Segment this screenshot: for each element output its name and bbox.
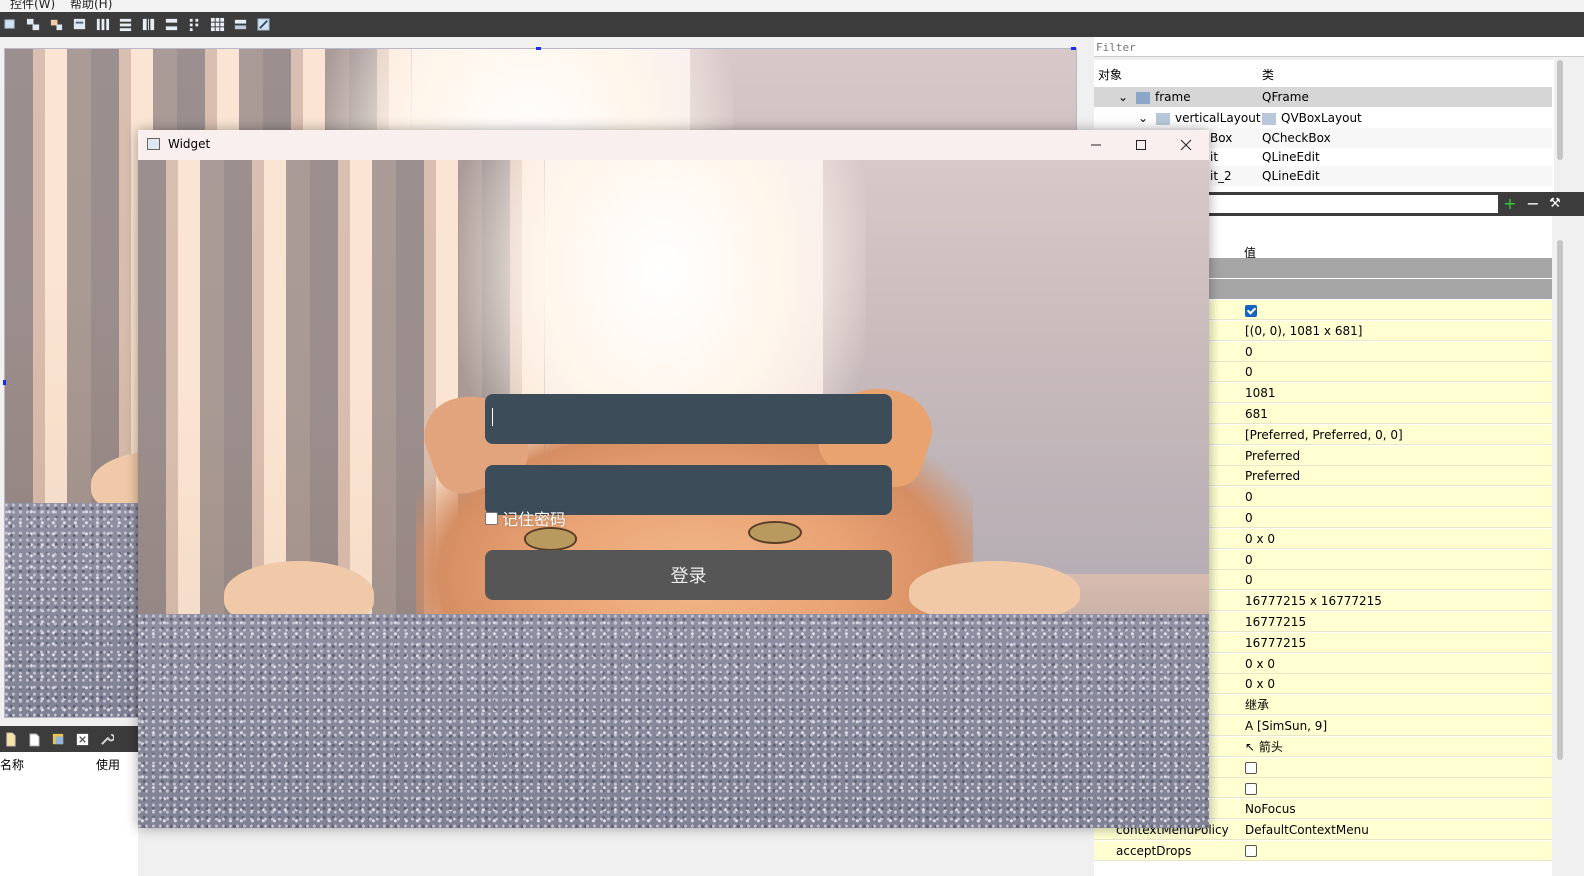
login-form: 记住密码 登录 xyxy=(138,160,1209,828)
object-tree-scrollbar[interactable] xyxy=(1557,60,1563,160)
property-checkbox[interactable] xyxy=(1245,782,1257,795)
wrench-icon[interactable]: ⚒ xyxy=(1546,195,1564,213)
property-value-text: [SimSun, 9] xyxy=(1257,719,1328,733)
layout-vertical-icon[interactable] xyxy=(117,17,133,33)
col-object-header: 对象 xyxy=(1098,68,1123,82)
close-icon xyxy=(1180,139,1192,151)
property-value[interactable]: 0 xyxy=(1245,362,1253,382)
property-checkbox[interactable] xyxy=(1245,762,1257,775)
minimize-icon xyxy=(1091,144,1101,146)
login-button[interactable]: 登录 xyxy=(485,550,892,600)
property-name: acceptDrops xyxy=(1116,843,1192,858)
property-value[interactable]: 0 xyxy=(1245,487,1253,507)
layout-form-icon[interactable] xyxy=(186,17,202,33)
tree-row-frame[interactable]: ⌄ frame QFrame xyxy=(1094,87,1552,107)
wrench-icon[interactable] xyxy=(98,731,114,747)
property-value[interactable] xyxy=(1245,778,1257,798)
property-value[interactable]: NoFocus xyxy=(1245,799,1296,819)
property-value[interactable]: 0 xyxy=(1245,570,1253,590)
break-layout-icon[interactable] xyxy=(232,17,248,33)
edit-signals-icon[interactable] xyxy=(25,17,41,33)
property-value[interactable]: 0 x 0 xyxy=(1245,674,1275,694)
selection-handle-left[interactable] xyxy=(3,380,6,385)
property-value[interactable]: 继承 xyxy=(1245,695,1269,715)
font-icon: A xyxy=(1245,719,1258,733)
property-value[interactable]: Preferred xyxy=(1245,466,1300,486)
property-value[interactable]: [Preferred, Preferred, 0, 0] xyxy=(1245,425,1403,445)
cursor-arrow-icon: ↖ xyxy=(1245,739,1259,754)
add-property-icon[interactable]: + xyxy=(1501,195,1519,213)
vbox-layout-icon xyxy=(1262,112,1276,125)
property-value[interactable] xyxy=(1245,758,1257,778)
property-value[interactable]: 0 xyxy=(1245,508,1253,528)
property-row[interactable]: acceptDrops xyxy=(1094,840,1552,861)
layout-grid-icon[interactable] xyxy=(209,17,225,33)
new-file-icon[interactable] xyxy=(2,731,18,747)
vbox-layout-icon xyxy=(1156,112,1170,125)
edit-buddies-icon[interactable] xyxy=(48,17,64,33)
checkbox-box[interactable] xyxy=(485,511,498,525)
menubar: 控件(W) 帮助(H) xyxy=(0,0,1584,12)
text-caret xyxy=(492,408,493,426)
layout-horizontal-icon[interactable] xyxy=(94,17,110,33)
minimize-button[interactable] xyxy=(1073,130,1119,160)
property-value[interactable]: 0 x 0 xyxy=(1245,654,1275,674)
property-value[interactable] xyxy=(1245,841,1257,861)
property-value-text: 箭头 xyxy=(1258,739,1283,754)
property-value[interactable]: 681 xyxy=(1245,404,1268,424)
selection-handle-top[interactable] xyxy=(536,47,541,50)
chevron-down-icon[interactable]: ⌄ xyxy=(1138,108,1148,128)
property-value[interactable]: DefaultContextMenu xyxy=(1245,820,1369,840)
property-value[interactable]: ↖ 箭头 xyxy=(1245,737,1283,757)
col-use-header: 使用 xyxy=(96,758,121,772)
chevron-down-icon[interactable]: ⌄ xyxy=(1118,87,1128,107)
frame-icon xyxy=(1136,91,1150,104)
object-filter[interactable] xyxy=(1094,37,1584,57)
edit-tab-order-icon[interactable] xyxy=(71,17,87,33)
property-value[interactable]: [(0, 0), 1081 x 681] xyxy=(1245,321,1362,341)
open-file-icon[interactable] xyxy=(26,731,42,747)
maximize-button[interactable] xyxy=(1118,130,1164,160)
property-value[interactable]: 16777215 x 16777215 xyxy=(1245,591,1382,611)
layout-toolbar xyxy=(0,12,1584,37)
property-checkbox[interactable] xyxy=(1245,845,1257,858)
property-value[interactable]: 16777215 xyxy=(1245,612,1306,632)
preview-window: Widget 记住密码 登录 xyxy=(138,130,1209,828)
layout-h-splitter-icon[interactable] xyxy=(140,17,156,33)
close-button[interactable] xyxy=(1163,130,1209,160)
property-value[interactable]: 1081 xyxy=(1245,383,1276,403)
property-value[interactable] xyxy=(1245,300,1257,320)
resource-list: 名称 使用 xyxy=(0,752,138,876)
property-scrollbar[interactable] xyxy=(1557,240,1563,760)
remove-property-icon[interactable]: − xyxy=(1524,195,1542,213)
reload-resources-icon[interactable] xyxy=(50,731,66,747)
property-value[interactable]: 0 xyxy=(1245,550,1253,570)
window-title: Widget xyxy=(168,137,211,151)
property-value[interactable]: 0 xyxy=(1245,342,1253,362)
menu-widgets[interactable]: 控件(W) xyxy=(10,0,55,12)
username-input[interactable] xyxy=(485,394,892,444)
property-value[interactable]: 16777215 xyxy=(1245,633,1306,653)
remember-password-label: 记住密码 xyxy=(502,510,567,529)
property-value[interactable]: Preferred xyxy=(1245,446,1300,466)
object-filter-input[interactable] xyxy=(1094,37,1584,57)
maximize-icon xyxy=(1136,140,1146,150)
menu-help[interactable]: 帮助(H) xyxy=(70,0,112,12)
adjust-size-icon[interactable] xyxy=(255,17,271,33)
edit-widgets-icon[interactable] xyxy=(2,17,18,33)
property-value[interactable]: A [SimSun, 9] xyxy=(1245,716,1327,736)
selection-handle-top-right[interactable] xyxy=(1071,47,1076,50)
property-checkbox[interactable] xyxy=(1245,304,1257,317)
tree-row-verticallayout[interactable]: ⌄ verticalLayout QVBoxLayout xyxy=(1094,108,1552,128)
resource-toolbar xyxy=(0,726,138,752)
property-value[interactable]: 0 x 0 xyxy=(1245,529,1275,549)
window-titlebar[interactable]: Widget xyxy=(138,130,1209,160)
layout-v-splitter-icon[interactable] xyxy=(163,17,179,33)
col-class-header: 类 xyxy=(1262,68,1275,82)
remember-password-checkbox[interactable]: 记住密码 xyxy=(485,506,566,530)
remove-resource-icon[interactable] xyxy=(74,731,90,747)
app-icon xyxy=(147,138,160,150)
col-name-header: 名称 xyxy=(0,758,25,772)
